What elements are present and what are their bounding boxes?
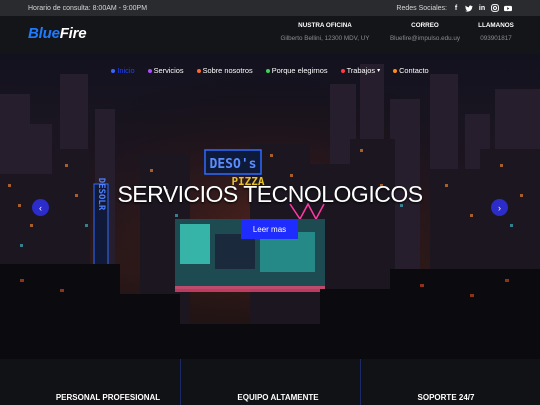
phone-info: LLAMANOS 093901817 [470, 22, 522, 42]
nav-label: Contacto [399, 66, 429, 75]
mail-title: CORREO [411, 22, 439, 29]
linkedin-icon[interactable]: in [478, 4, 486, 12]
facebook-icon[interactable]: f [452, 4, 460, 12]
phone-number[interactable]: 093901817 [470, 35, 522, 42]
mail-address[interactable]: Bluefire@impulso.edu.uy [380, 35, 470, 42]
nav-item-sobre-nosotros[interactable]: Sobre nosotros [196, 66, 253, 75]
contact-icon [393, 68, 398, 73]
business-hours: Horario de consulta: 8:00AM - 9:00PM [28, 4, 148, 12]
feature-personal-profesional: PERSONAL PROFESIONAL [55, 393, 161, 402]
main-navigation: Inicio Servicios Sobre nosotros Porque e… [0, 66, 540, 75]
nav-item-trabajos[interactable]: Trabajos ▾ [340, 66, 381, 75]
nav-item-servicios[interactable]: Servicios [147, 66, 184, 75]
office-title: NUSTRA OFICINA [298, 22, 352, 29]
social-links: Redes Sociales: f in [396, 4, 512, 12]
nav-label: Porque elegirnos [271, 66, 328, 75]
neon-sign-text: DESO's [210, 157, 257, 172]
instagram-icon[interactable] [491, 4, 499, 12]
top-bar: Horario de consulta: 8:00AM - 9:00PM Red… [0, 0, 540, 16]
read-more-button[interactable]: Leer mas [241, 219, 298, 239]
logo-blue-part: Blue [28, 25, 60, 42]
why-us-icon [265, 68, 270, 73]
nav-label: Inicio [117, 66, 135, 75]
features-strip: PERSONAL PROFESIONAL EQUIPO ALTAMENTE SO… [0, 359, 540, 405]
social-label: Redes Sociales: [396, 4, 447, 12]
feature-soporte-24-7: SOPORTE 24/7 [417, 393, 475, 402]
site-header: BlueFire NUSTRA OFICINA Gilberto Bellini… [0, 16, 540, 54]
nav-label: Sobre nosotros [202, 66, 253, 75]
feature-equipo-altamente: EQUIPO ALTAMENTE [237, 393, 319, 402]
brand-logo[interactable]: BlueFire [28, 25, 87, 42]
office-info: NUSTRA OFICINA Gilberto Bellini, 12300 M… [270, 22, 380, 42]
nav-item-inicio[interactable]: Inicio [111, 66, 135, 75]
hero-title: SERVICIOS TECNOLOGICOS [117, 181, 423, 207]
youtube-icon[interactable] [504, 4, 512, 12]
about-icon [196, 68, 201, 73]
logo-fire-part: Fire [59, 25, 87, 42]
home-icon [111, 68, 116, 73]
nav-label: Servicios [153, 66, 184, 75]
mail-info: CORREO Bluefire@impulso.edu.uy [380, 22, 470, 42]
works-icon [340, 68, 345, 73]
hero-carousel: DESO's PIZZA DESOLR Inicio Servicios Sob… [0, 54, 540, 359]
nav-item-porque-elegirnos[interactable]: Porque elegirnos [265, 66, 328, 75]
chevron-down-icon: ▾ [377, 68, 381, 74]
nav-item-contacto[interactable]: Contacto [393, 66, 429, 75]
nav-label: Trabajos [346, 66, 376, 75]
phone-title: LLAMANOS [478, 22, 514, 29]
twitter-icon[interactable] [465, 4, 473, 12]
feature-divider [360, 359, 361, 405]
office-address: Gilberto Bellini, 12300 MDV, UY [280, 35, 370, 42]
services-icon [147, 68, 152, 73]
